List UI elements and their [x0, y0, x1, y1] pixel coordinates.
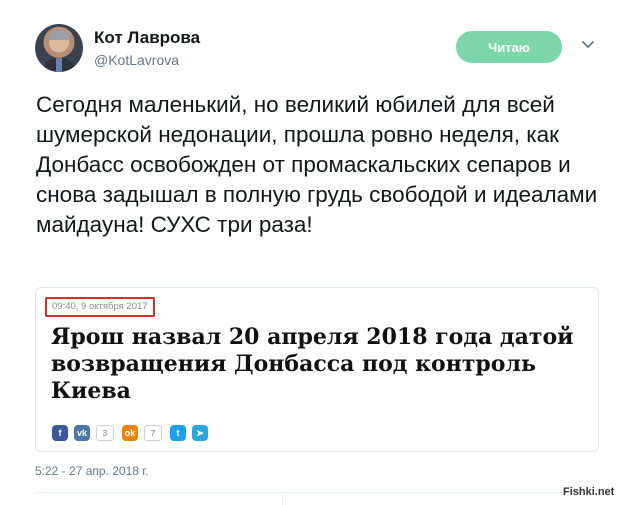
tweet-timestamp[interactable]: 5:22 - 27 апр. 2018 г. — [35, 464, 149, 478]
facebook-icon[interactable]: f — [52, 425, 68, 441]
link-card[interactable]: 09:40, 9 октября 2017 Ярош назвал 20 апр… — [35, 287, 599, 452]
divider — [35, 492, 597, 493]
avatar-tie — [56, 58, 62, 72]
share-buttons: f vk 3 ok 7 t ➤ — [52, 425, 214, 441]
action-bar-separator — [282, 494, 283, 505]
watermark: Fishki.net — [563, 486, 615, 498]
card-headline[interactable]: Ярош назвал 20 апреля 2018 года датой во… — [51, 324, 591, 405]
follow-button[interactable]: Читаю — [456, 31, 562, 63]
chevron-down-icon[interactable] — [581, 38, 595, 52]
author-handle[interactable]: @KotLavrova — [94, 52, 179, 68]
author-name[interactable]: Кот Лаврова — [94, 28, 200, 48]
vk-icon[interactable]: vk — [74, 425, 90, 441]
avatar-hair — [48, 30, 70, 40]
vk-share-count: 3 — [96, 425, 114, 441]
twitter-icon[interactable]: t — [170, 425, 186, 441]
tweet-text: Сегодня маленький, но великий юбилей для… — [36, 92, 598, 237]
odnoklassniki-icon[interactable]: ok — [122, 425, 138, 441]
telegram-icon[interactable]: ➤ — [192, 425, 208, 441]
odnoklassniki-share-count: 7 — [144, 425, 162, 441]
card-date: 09:40, 9 октября 2017 — [45, 297, 155, 317]
avatar[interactable] — [35, 24, 83, 72]
